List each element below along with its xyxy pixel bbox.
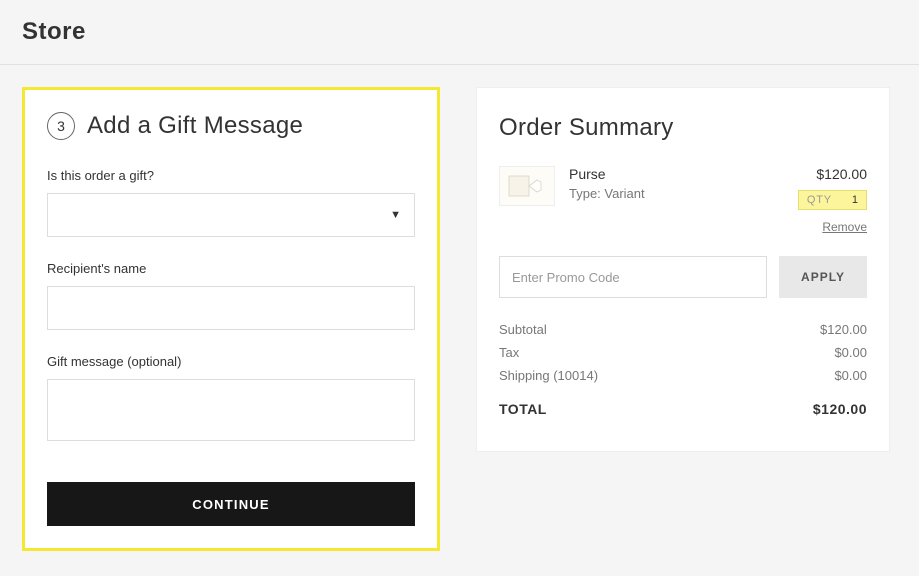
item-price: $120.00 bbox=[798, 166, 867, 182]
qty-box[interactable]: QTY 1 bbox=[798, 190, 867, 210]
shipping-row: Shipping (10014) $0.00 bbox=[499, 368, 867, 383]
is-gift-select-wrapper: ▼ bbox=[47, 193, 415, 237]
shipping-label: Shipping (10014) bbox=[499, 368, 598, 383]
gift-message-label: Gift message (optional) bbox=[47, 354, 415, 369]
product-image bbox=[499, 166, 555, 206]
recipient-group: Recipient's name bbox=[47, 261, 415, 330]
subtotal-value: $120.00 bbox=[820, 322, 867, 337]
qty-value: 1 bbox=[852, 194, 858, 206]
total-value: $120.00 bbox=[813, 401, 867, 417]
gift-message-textarea[interactable] bbox=[47, 379, 415, 441]
total-row: TOTAL $120.00 bbox=[499, 401, 867, 417]
item-right: $120.00 QTY 1 bbox=[798, 166, 867, 210]
is-gift-label: Is this order a gift? bbox=[47, 168, 415, 183]
line-item: Purse Type: Variant $120.00 QTY 1 bbox=[499, 166, 867, 210]
subtotal-row: Subtotal $120.00 bbox=[499, 322, 867, 337]
recipient-label: Recipient's name bbox=[47, 261, 415, 276]
step-number-badge: 3 bbox=[47, 112, 75, 140]
gift-message-panel: 3 Add a Gift Message Is this order a gif… bbox=[22, 87, 440, 551]
continue-button[interactable]: CONTINUE bbox=[47, 482, 415, 526]
promo-code-input[interactable] bbox=[499, 256, 767, 298]
gift-message-group: Gift message (optional) bbox=[47, 354, 415, 446]
tax-label: Tax bbox=[499, 345, 519, 360]
qty-label: QTY bbox=[807, 194, 832, 206]
is-gift-group: Is this order a gift? ▼ bbox=[47, 168, 415, 237]
panel-header: 3 Add a Gift Message bbox=[47, 112, 415, 140]
total-label: TOTAL bbox=[499, 401, 547, 417]
shipping-value: $0.00 bbox=[834, 368, 867, 383]
tax-row: Tax $0.00 bbox=[499, 345, 867, 360]
page-header: Store bbox=[0, 0, 919, 65]
recipient-name-input[interactable] bbox=[47, 286, 415, 330]
is-gift-select[interactable] bbox=[47, 193, 415, 237]
subtotal-label: Subtotal bbox=[499, 322, 547, 337]
main-content: 3 Add a Gift Message Is this order a gif… bbox=[0, 65, 919, 573]
store-title: Store bbox=[22, 18, 897, 46]
purse-icon bbox=[507, 172, 547, 200]
remove-link[interactable]: Remove bbox=[499, 220, 867, 234]
item-variant: Type: Variant bbox=[569, 186, 784, 201]
order-summary-panel: Order Summary Purse Type: Variant $120.0… bbox=[476, 87, 890, 452]
item-name: Purse bbox=[569, 166, 784, 182]
order-summary-title: Order Summary bbox=[499, 114, 867, 142]
tax-value: $0.00 bbox=[834, 345, 867, 360]
item-info: Purse Type: Variant bbox=[569, 166, 784, 210]
apply-button[interactable]: APPLY bbox=[779, 256, 867, 298]
promo-row: APPLY bbox=[499, 256, 867, 298]
gift-panel-title: Add a Gift Message bbox=[87, 112, 303, 140]
